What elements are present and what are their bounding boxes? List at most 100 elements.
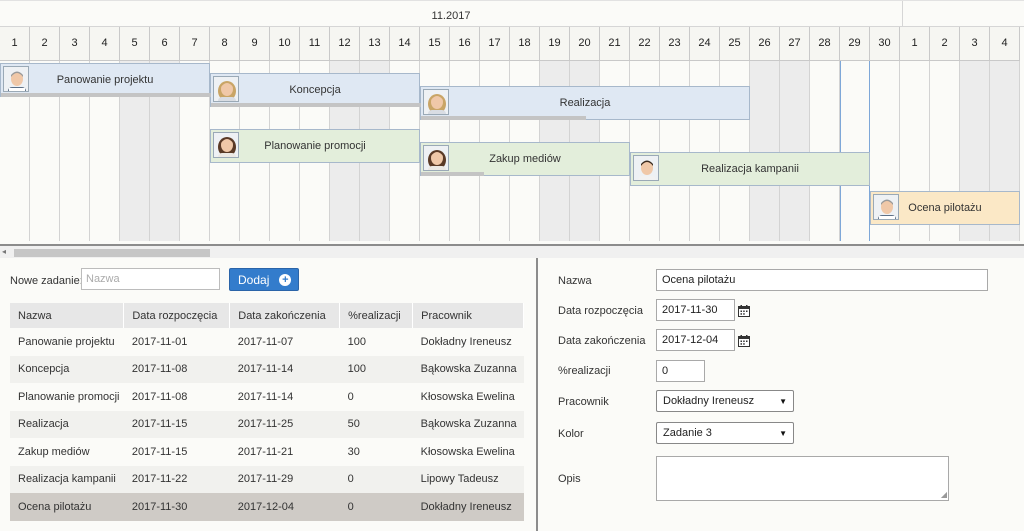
day-header: 24 [690, 27, 720, 61]
table-row[interactable]: Ocena pilotażu 2017-11-30 2017-12-04 0 Dokła… [10, 493, 524, 521]
table-cell: 2017-11-25 [229, 410, 340, 438]
task-list-panel: Nowe zadanie: Dodaj + Nazwa Data rozpocz… [0, 258, 536, 531]
start-calendar-icon[interactable] [738, 305, 750, 317]
chevron-down-icon: ▼ [779, 396, 787, 406]
day-header: 29 [840, 27, 870, 61]
day-header: 4 [90, 27, 120, 61]
table-cell: 2017-11-29 [229, 465, 340, 493]
day-header: 17 [480, 27, 510, 61]
day-header: 5 [120, 27, 150, 61]
table-row[interactable]: Realizacja kampanii 2017-11-22 2017-11-29 0… [10, 465, 524, 493]
avatar [213, 132, 239, 158]
table-cell: Kłosowska Ewelina [412, 438, 524, 466]
table-cell: Kłosowska Ewelina [412, 383, 524, 411]
avatar [873, 194, 899, 220]
day-header: 16 [450, 27, 480, 61]
add-task-button[interactable]: Dodaj + [229, 268, 299, 291]
new-task-name-input[interactable] [81, 268, 220, 290]
task-progress-bar [211, 103, 421, 107]
table-cell: Lipowy Tadeusz [412, 465, 524, 493]
col-header-progress[interactable]: %realizacji [339, 303, 414, 328]
table-cell: Realizacja kampanii [10, 465, 124, 493]
gantt-task-bar[interactable]: Realizacja [420, 86, 750, 120]
day-column[interactable] [780, 61, 810, 241]
day-header: 15 [420, 27, 450, 61]
day-header: 12 [330, 27, 360, 61]
end-date-field[interactable]: 2017-12-04 [656, 329, 735, 351]
worker-select[interactable]: Dokładny Ireneusz ▼ [656, 390, 794, 412]
gantt-task-bar[interactable]: Zakup mediów [420, 142, 630, 176]
color-select-value: Zadanie 3 [663, 427, 712, 439]
end-calendar-icon[interactable] [738, 335, 750, 347]
gantt-task-bar[interactable]: Panowanie projektu [0, 63, 211, 97]
day-header: 3 [960, 27, 990, 61]
gantt-task-bar[interactable]: Planowanie promocji [210, 129, 420, 163]
col-header-worker[interactable]: Pracownik [412, 303, 524, 328]
scrollbar-thumb[interactable] [14, 249, 210, 257]
table-cell: Zakup mediów [10, 438, 124, 466]
task-details-form: Nazwa Ocena pilotażu Data rozpoczęcia 20… [538, 258, 1024, 531]
description-textarea[interactable]: ◢ [656, 456, 949, 501]
description-label: Opis [558, 473, 581, 485]
day-header: 21 [600, 27, 630, 61]
table-row[interactable]: Panowanie projektu 2017-11-01 2017-11-07 10… [10, 328, 524, 356]
gantt-horizontal-scrollbar[interactable]: ◂ [0, 244, 1024, 258]
col-header-end[interactable]: Data zakończenia [229, 303, 341, 328]
task-bar-label: Planowanie promocji [264, 140, 366, 152]
table-row[interactable]: Planowanie promocji 2017-11-08 2017-11-14 0… [10, 383, 524, 411]
table-cell: Ocena pilotażu [10, 493, 124, 521]
gantt-grid[interactable]: Panowanie projektu Koncepcja Planowanie pr… [0, 61, 1024, 241]
day-column[interactable] [840, 61, 870, 241]
col-header-start[interactable]: Data rozpoczęcia [123, 303, 231, 328]
task-progress-bar [421, 116, 586, 120]
col-header-name[interactable]: Nazwa [10, 303, 125, 328]
task-bar-label: Zakup mediów [489, 153, 561, 165]
task-progress-bar [421, 172, 484, 176]
table-cell: 0 [339, 383, 413, 411]
table-cell: Panowanie projektu [10, 328, 124, 356]
avatar [213, 76, 239, 102]
table-cell: 2017-12-04 [229, 493, 340, 521]
gantt-task-bar[interactable]: Realizacja kampanii [630, 152, 870, 186]
gantt-month-header: 11.2017 [0, 0, 1024, 28]
scroll-left-arrow-icon[interactable]: ◂ [2, 247, 6, 256]
table-cell: 2017-11-01 [123, 328, 230, 356]
day-header: 1 [900, 27, 930, 61]
add-button-label: Dodaj [238, 272, 270, 287]
day-header: 30 [870, 27, 900, 61]
task-bar-label: Koncepcja [289, 84, 341, 96]
day-column[interactable] [750, 61, 780, 241]
task-bar-label: Panowanie projektu [56, 74, 154, 86]
avatar [633, 155, 659, 181]
start-date-label: Data rozpoczęcia [558, 305, 643, 317]
table-cell: 2017-11-07 [229, 328, 340, 356]
table-row[interactable]: Zakup mediów 2017-11-15 2017-11-21 30 Kłosow… [10, 438, 524, 466]
table-cell: 0 [339, 465, 413, 493]
task-bar-label: Realizacja kampanii [701, 163, 799, 175]
color-label: Kolor [558, 428, 584, 440]
table-cell: 100 [339, 328, 413, 356]
gantt-task-bar[interactable]: Koncepcja [210, 73, 421, 107]
start-date-field[interactable]: 2017-11-30 [656, 299, 735, 321]
table-cell: 100 [339, 355, 413, 383]
task-bar-label: Ocena pilotażu [908, 202, 982, 214]
gantt-task-bar[interactable]: Ocena pilotażu [870, 191, 1020, 225]
progress-field[interactable]: 0 [656, 360, 705, 382]
table-cell: Dokładny Ireneusz [412, 328, 524, 356]
table-cell: 2017-11-14 [229, 383, 340, 411]
table-row[interactable]: Koncepcja 2017-11-08 2017-11-14 100 Bąkowska… [10, 355, 524, 383]
table-row[interactable]: Realizacja 2017-11-15 2017-11-25 50 Bąkowska… [10, 410, 524, 438]
table-cell: 2017-11-22 [123, 465, 230, 493]
resize-grip-icon[interactable]: ◢ [941, 491, 947, 499]
day-column[interactable] [810, 61, 840, 241]
table-cell: 2017-11-14 [229, 355, 340, 383]
color-select[interactable]: Zadanie 3 ▼ [656, 422, 794, 444]
task-name-field[interactable]: Ocena pilotażu [656, 269, 988, 291]
avatar [423, 145, 449, 171]
gantt-chart[interactable]: 11.2017 1 2 3 4 5 6 7 8 9 10 11 12 13 14 15 16 17 18 19 20 2… [0, 0, 1024, 244]
worker-label: Pracownik [558, 396, 609, 408]
progress-label: %realizacji [558, 365, 611, 377]
table-cell: 30 [339, 438, 413, 466]
month-label: 11.2017 [431, 10, 471, 22]
day-header: 4 [990, 27, 1020, 61]
